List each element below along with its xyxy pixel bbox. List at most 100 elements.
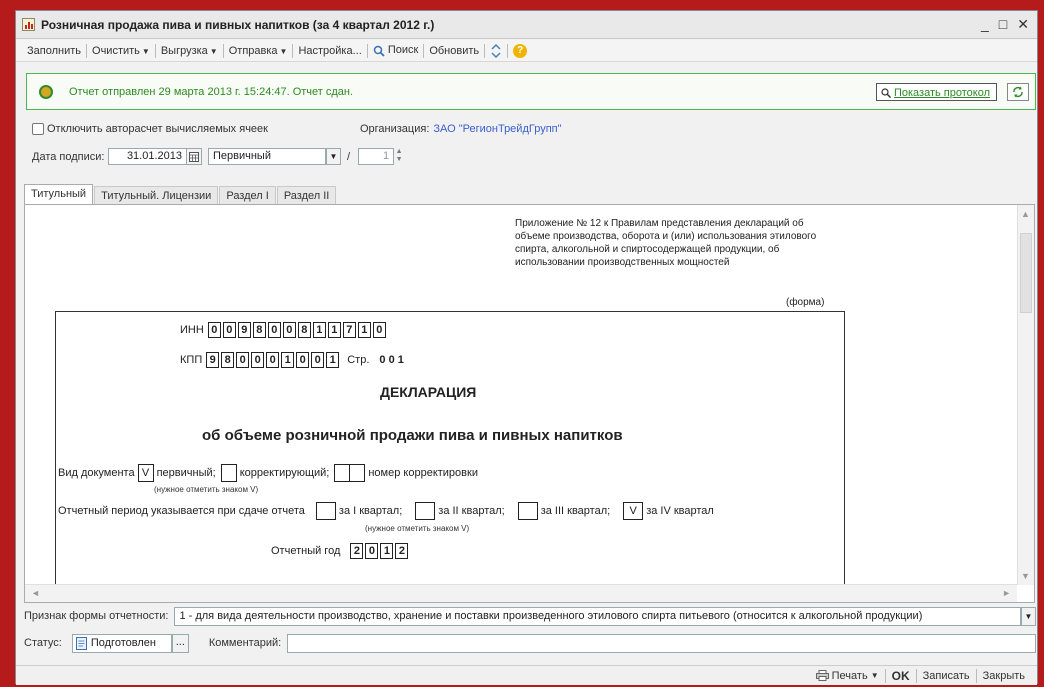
year-digit-cell[interactable]: 2 bbox=[395, 543, 409, 559]
q1-checkbox[interactable] bbox=[315, 502, 336, 520]
settings-button[interactable]: Настройка... bbox=[293, 45, 366, 57]
kpp-digit-cell[interactable]: 1 bbox=[326, 352, 340, 368]
kpp-digit-cell[interactable]: 0 bbox=[236, 352, 250, 368]
comment-input[interactable] bbox=[287, 633, 1036, 653]
sign-date-input[interactable]: 31.01.2013 bbox=[108, 148, 186, 165]
show-protocol-button[interactable]: Показать протокол bbox=[875, 83, 997, 101]
document-kind-dropdown-icon[interactable]: ▼ bbox=[326, 148, 341, 165]
inn-digit-cell[interactable]: 7 bbox=[342, 322, 356, 338]
footer-bar: Печать ▼ OK Записать Закрыть bbox=[16, 665, 1037, 685]
close-button[interactable]: ✕ bbox=[1017, 16, 1029, 33]
correction-number-label: номер корректировки bbox=[368, 467, 478, 479]
organization-label: Организация: bbox=[359, 123, 430, 135]
inn-digit-cell[interactable]: 1 bbox=[312, 322, 326, 338]
save-button[interactable]: Записать bbox=[917, 670, 976, 682]
fill-button[interactable]: Заполнить bbox=[22, 45, 86, 57]
forma-label: (форма) bbox=[786, 297, 825, 308]
send-button[interactable]: Отправка ▼ bbox=[224, 45, 293, 57]
document-area: Приложение № 12 к Правилам представления… bbox=[24, 204, 1035, 603]
q4-checkbox[interactable]: V bbox=[623, 502, 644, 520]
year-row: Отчетный год 2012 bbox=[271, 543, 410, 559]
horizontal-scrollbar[interactable]: ◄ ► bbox=[25, 584, 1017, 602]
correction-number-box-1[interactable] bbox=[334, 464, 351, 482]
declaration-title: ДЕКЛАРАЦИЯ bbox=[380, 384, 477, 400]
inn-cells[interactable]: 009800811710 bbox=[207, 322, 388, 338]
inn-digit-cell[interactable]: 0 bbox=[207, 322, 221, 338]
year-digit-cell[interactable]: 2 bbox=[350, 543, 364, 559]
vertical-scrollbar[interactable]: ▲ ▼ bbox=[1017, 205, 1034, 585]
kpp-cells[interactable]: 980001001 bbox=[206, 352, 341, 368]
q2-checkbox[interactable] bbox=[415, 502, 436, 520]
kpp-digit-cell[interactable]: 1 bbox=[281, 352, 295, 368]
form-sign-select[interactable]: 1 - для вида деятельности производство, … bbox=[174, 606, 1021, 626]
tab-title-page[interactable]: Титульный bbox=[24, 184, 94, 205]
status-choose-button[interactable]: ... bbox=[171, 633, 189, 653]
kpp-label: КПП bbox=[180, 354, 203, 366]
calendar-icon[interactable] bbox=[186, 148, 202, 165]
status-emblem-icon bbox=[39, 84, 53, 99]
print-label: Печать bbox=[831, 669, 868, 682]
tab-section-2[interactable]: Раздел II bbox=[276, 186, 337, 205]
year-digit-cell[interactable]: 1 bbox=[380, 543, 394, 559]
inn-digit-cell[interactable]: 0 bbox=[372, 322, 386, 338]
appendix-note: Приложение № 12 к Правилам представления… bbox=[515, 218, 817, 268]
auto-calc-label: Отключить авторасчет вычисляемых ячеек bbox=[47, 123, 268, 135]
scroll-right-icon[interactable]: ► bbox=[1002, 588, 1011, 598]
dropdown-arrow-icon: ▼ bbox=[209, 46, 218, 56]
correction-number-box-2[interactable] bbox=[349, 464, 366, 482]
status-field[interactable]: Подготовлен bbox=[71, 633, 172, 653]
auto-calc-checkbox[interactable] bbox=[32, 123, 44, 135]
kpp-digit-cell[interactable]: 8 bbox=[221, 352, 235, 368]
tab-title-licenses[interactable]: Титульный. Лицензии bbox=[94, 186, 219, 205]
form-sign-dropdown-icon[interactable]: ▼ bbox=[1021, 606, 1036, 626]
kpp-digit-cell[interactable]: 0 bbox=[266, 352, 280, 368]
fill-label: Заполнить bbox=[27, 44, 82, 57]
inn-digit-cell[interactable]: 8 bbox=[252, 322, 266, 338]
expand-collapse-icon bbox=[491, 43, 501, 58]
corrective-checkbox[interactable] bbox=[220, 464, 237, 482]
q1-label: за I квартал; bbox=[338, 505, 403, 517]
kpp-digit-cell[interactable]: 0 bbox=[251, 352, 265, 368]
primary-checkbox[interactable]: V bbox=[137, 464, 154, 482]
year-digit-cell[interactable]: 0 bbox=[365, 543, 379, 559]
document-kind-select[interactable]: Первичный bbox=[208, 148, 326, 165]
scroll-thumb[interactable] bbox=[1020, 233, 1032, 313]
inn-digit-cell[interactable]: 1 bbox=[357, 322, 371, 338]
refresh-label: Обновить bbox=[429, 44, 480, 57]
close-form-button[interactable]: Закрыть bbox=[977, 670, 1031, 682]
inn-digit-cell[interactable]: 0 bbox=[267, 322, 281, 338]
inn-digit-cell[interactable]: 9 bbox=[237, 322, 251, 338]
correction-spinner-icon[interactable]: ▲ ▼ bbox=[394, 148, 404, 165]
tab-section-1[interactable]: Раздел I bbox=[219, 186, 276, 205]
declaration-form: ИНН 009800811710 КПП 980001001 Стр. 0 0 … bbox=[55, 311, 845, 601]
export-label: Выгрузка bbox=[160, 44, 208, 57]
kpp-digit-cell[interactable]: 9 bbox=[206, 352, 220, 368]
correction-number-input[interactable]: 1 bbox=[358, 148, 395, 165]
clear-button[interactable]: Очистить ▼ bbox=[87, 45, 155, 57]
page-label: Стр. bbox=[347, 354, 370, 366]
scroll-up-icon[interactable]: ▲ bbox=[1021, 209, 1030, 219]
scroll-left-icon[interactable]: ◄ bbox=[31, 588, 40, 598]
window-title: Розничная продажа пива и пивных напитков… bbox=[41, 17, 435, 32]
inn-digit-cell[interactable]: 8 bbox=[297, 322, 311, 338]
help-button[interactable]: ? bbox=[508, 43, 532, 58]
minimize-button[interactable]: _ bbox=[981, 16, 989, 33]
expand-button[interactable] bbox=[485, 43, 507, 58]
ok-button[interactable]: OK bbox=[886, 669, 916, 683]
search-button[interactable]: Поиск bbox=[368, 44, 424, 56]
kpp-digit-cell[interactable]: 0 bbox=[311, 352, 325, 368]
maximize-button[interactable]: □ bbox=[999, 16, 1007, 33]
inn-digit-cell[interactable]: 1 bbox=[327, 322, 341, 338]
inn-digit-cell[interactable]: 0 bbox=[282, 322, 296, 338]
year-cells[interactable]: 2012 bbox=[350, 543, 410, 559]
print-button[interactable]: Печать ▼ bbox=[810, 670, 885, 682]
kpp-digit-cell[interactable]: 0 bbox=[296, 352, 310, 368]
export-button[interactable]: Выгрузка ▼ bbox=[156, 45, 223, 57]
scroll-down-icon[interactable]: ▼ bbox=[1021, 571, 1030, 581]
refresh-button[interactable]: Обновить bbox=[424, 45, 484, 57]
period-label: Отчетный период указывается при сдаче от… bbox=[58, 505, 305, 517]
refresh-status-button[interactable] bbox=[1007, 83, 1029, 101]
inn-digit-cell[interactable]: 0 bbox=[222, 322, 236, 338]
organization-link[interactable]: ЗАО "РегионТрейдГрупп" bbox=[433, 123, 561, 135]
q3-checkbox[interactable] bbox=[517, 502, 538, 520]
